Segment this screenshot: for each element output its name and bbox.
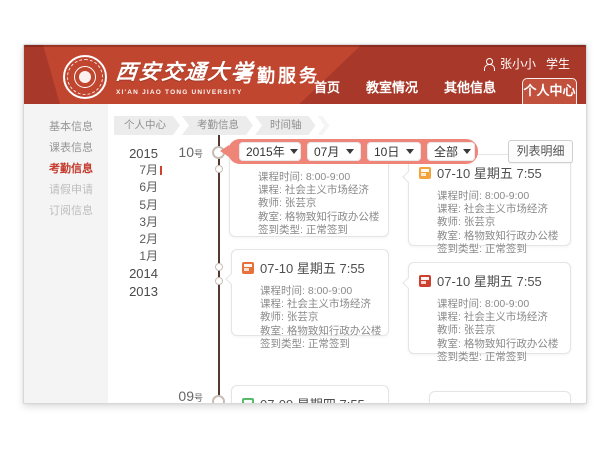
attendance-type-icon	[419, 167, 431, 179]
current-month-marker	[160, 166, 162, 175]
card-row: 课程时间: 8:00-9:00	[258, 171, 380, 184]
nav-item-home[interactable]: 首页	[314, 77, 340, 104]
card-row: 课程: 社会主义市场经济	[437, 311, 562, 324]
user-role: 学生	[546, 55, 570, 72]
timeline-month-feb[interactable]: 2月	[108, 231, 158, 248]
breadcrumb-tail-chevron	[318, 116, 330, 135]
timeline-year-2015[interactable]: 2015	[108, 145, 158, 162]
timeline-node-small-3	[215, 277, 223, 285]
card-row: 课程: 社会主义市场经济	[260, 298, 380, 311]
timeline-node-small-1	[215, 165, 223, 173]
list-detail-button[interactable]: 列表明细	[508, 140, 573, 163]
card-row: 教室: 格物致知行政办公楼	[260, 325, 380, 338]
card-row: 课程: 社会主义市场经济	[437, 203, 562, 216]
filter-bar: 2015年 07月 10日 全部	[228, 139, 478, 164]
timeline-month-jun[interactable]: 6月	[108, 179, 158, 196]
card-row: 课程: 社会主义市场经济	[258, 184, 380, 197]
attendance-card: 07-09 星期四 7:55	[231, 385, 389, 404]
attendance-type-icon	[242, 262, 254, 274]
day-marker-10: 10号	[163, 144, 203, 162]
attendance-card: 07-10 星期五 7:55 课程时间: 8:00-9:00 课程: 社会主义市…	[231, 249, 389, 336]
card-title: 07-09 星期四 7:55	[260, 394, 365, 404]
timeline-month-jan[interactable]: 1月	[108, 248, 158, 265]
timeline-month-jul[interactable]: 7月	[108, 162, 158, 179]
sidebar: 基本信息 课表信息 考勤信息 请假申请 订阅信息	[24, 104, 108, 403]
card-title: 07-10 星期五 7:55	[437, 271, 542, 290]
card-row: 教室: 格物致知行政办公楼	[258, 211, 380, 224]
sidebar-item-basic-info[interactable]: 基本信息	[24, 117, 108, 138]
university-logo-icon	[63, 55, 107, 99]
day-select[interactable]: 10日	[367, 142, 421, 161]
app-window: 西安交通大学 XI'AN JIAO TONG UNIVERSITY 考勤服务 张…	[23, 44, 587, 404]
card-row: 教室: 格物致知行政办公楼	[437, 338, 562, 351]
university-name-block: 西安交通大学 XI'AN JIAO TONG UNIVERSITY	[116, 56, 254, 96]
nav-tab-personal-center[interactable]: 个人中心	[522, 78, 577, 104]
nav-item-classrooms[interactable]: 教室情况	[366, 77, 418, 104]
type-select[interactable]: 全部	[427, 142, 475, 161]
card-row: 课程时间: 8:00-9:00	[437, 298, 562, 311]
sidebar-item-attendance-info[interactable]: 考勤信息	[24, 159, 108, 180]
timeline-month-may[interactable]: 5月	[108, 197, 158, 214]
card-title: 07-10 星期五 7:55	[260, 258, 365, 277]
user-icon	[483, 58, 494, 70]
year-select[interactable]: 2015年	[239, 142, 301, 161]
card-row: 签到类型: 正常签到	[260, 338, 380, 351]
card-row: 教室: 格物致知行政办公楼	[437, 230, 562, 243]
card-row: 教师: 张芸京	[260, 311, 380, 324]
logo-emblem	[79, 71, 91, 83]
sidebar-item-subscription-info[interactable]: 订阅信息	[24, 201, 108, 222]
caret-down-icon	[463, 149, 471, 154]
attendance-card: 07-10 星期五 7:55 课程时间: 8:00-9:00 课程: 社会主义市…	[408, 154, 571, 246]
month-select[interactable]: 07月	[307, 142, 361, 161]
card-title: 07-10 星期五 7:55	[437, 163, 542, 182]
caret-down-icon	[346, 149, 354, 154]
university-name: 西安交通大学	[114, 56, 255, 86]
card-row: 课程时间: 8:00-9:00	[260, 285, 380, 298]
breadcrumb-item-attendance-info[interactable]: 考勤信息	[182, 116, 253, 135]
caret-down-icon	[406, 149, 414, 154]
breadcrumb-item-personal-center[interactable]: 个人中心	[114, 116, 180, 135]
sidebar-item-schedule-info[interactable]: 课表信息	[24, 138, 108, 159]
card-row: 签到类型: 正常签到	[437, 243, 562, 256]
nav-item-other-info[interactable]: 其他信息	[444, 77, 496, 104]
card-row: 签到类型: 正常签到	[437, 351, 562, 364]
card-row: 课程时间: 8:00-9:00	[437, 190, 562, 203]
timeline-node-day09	[212, 395, 225, 404]
university-name-en: XI'AN JIAO TONG UNIVERSITY	[116, 89, 254, 96]
attendance-card: 07-10 星期五 7:55 课程时间: 8:00-9:00 课程: 社会主义市…	[408, 262, 571, 354]
attendance-card	[429, 391, 571, 404]
timeline-year-list: 2015 7月 6月 5月 3月 2月 1月 2014 2013	[108, 145, 158, 300]
card-row: 教师: 张芸京	[437, 216, 562, 229]
app-title: 考勤服务	[236, 62, 320, 88]
timeline-node-small-2	[215, 263, 223, 271]
attendance-type-icon	[242, 398, 254, 405]
breadcrumb: 个人中心 考勤信息 时间轴	[114, 116, 332, 135]
day-marker-09: 09号	[163, 388, 203, 404]
attendance-type-icon	[419, 275, 431, 287]
user-info[interactable]: 张小小 学生	[483, 55, 570, 72]
user-name: 张小小	[500, 55, 536, 72]
breadcrumb-item-timeline[interactable]: 时间轴	[255, 116, 316, 135]
main-nav: 首页 教室情况 其他信息 个人中心	[314, 77, 577, 104]
timeline-month-mar[interactable]: 3月	[108, 214, 158, 231]
timeline-year-2013[interactable]: 2013	[108, 283, 158, 300]
card-row: 教师: 张芸京	[258, 197, 380, 210]
card-row: 签到类型: 正常签到	[258, 224, 380, 237]
card-row: 教师: 张芸京	[437, 324, 562, 337]
app-header: 西安交通大学 XI'AN JIAO TONG UNIVERSITY 考勤服务 张…	[24, 45, 586, 104]
timeline-year-2014[interactable]: 2014	[108, 265, 158, 282]
caret-down-icon	[290, 149, 298, 154]
sidebar-item-leave-request[interactable]: 请假申请	[24, 180, 108, 201]
